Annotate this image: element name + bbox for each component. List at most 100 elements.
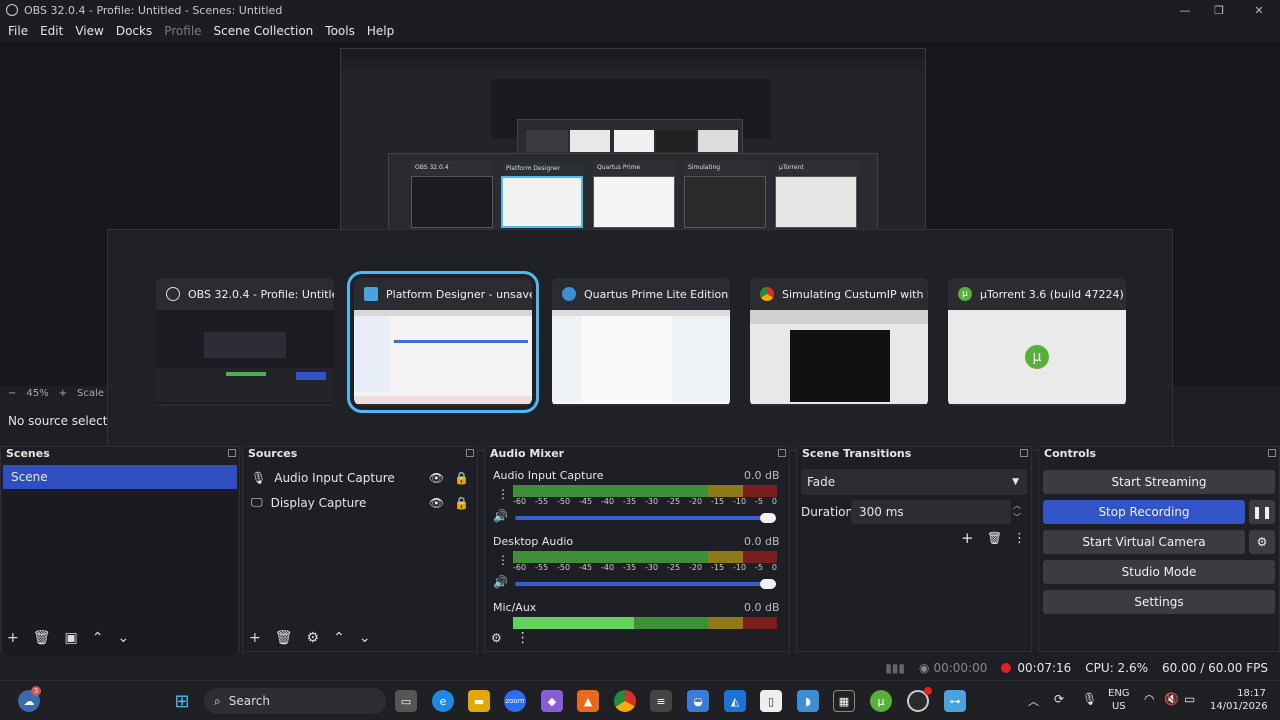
visibility-eye-icon[interactable]: 👁 xyxy=(429,496,444,510)
volume-slider-knob[interactable] xyxy=(760,579,776,589)
source-label: Audio Input Capture xyxy=(274,470,395,485)
matlab-icon[interactable]: ▲ xyxy=(577,690,599,712)
settings-button[interactable]: Settings xyxy=(1043,590,1275,614)
maximize-icon[interactable]: ❐ xyxy=(1200,0,1238,20)
photos-icon[interactable]: ◭ xyxy=(724,690,746,712)
utorrent-taskbar-icon[interactable]: µ xyxy=(870,690,892,712)
transition-menu-icon[interactable]: ⋮ xyxy=(1013,531,1026,546)
remove-scene-icon[interactable]: 🗑 xyxy=(33,630,51,646)
move-down-icon[interactable]: ⌄ xyxy=(359,630,371,646)
card-title: Simulating CustumIP with NI... xyxy=(782,287,928,301)
switcher-card-chrome[interactable]: Simulating CustumIP with NI... xyxy=(750,278,928,406)
document-icon[interactable]: ▯ xyxy=(760,690,782,712)
undock-icon[interactable] xyxy=(1268,449,1276,457)
duration-stepper[interactable]: ︿ ﹀ xyxy=(1013,500,1021,524)
menu-scene-collection[interactable]: Scene Collection xyxy=(208,24,320,38)
add-source-button[interactable]: + xyxy=(249,630,261,646)
volume-slider-knob[interactable] xyxy=(760,513,776,523)
platform-designer-taskbar-icon[interactable]: ⊶ xyxy=(944,690,966,712)
move-up-icon[interactable]: ⌃ xyxy=(92,630,104,646)
zoom-icon[interactable]: zoom xyxy=(504,690,526,712)
audio-mixer-dock: Audio Mixer Audio Input Capture 0.0 dB ⋮… xyxy=(484,446,790,652)
channel-menu-icon[interactable]: ⋮ xyxy=(497,487,509,501)
menu-file[interactable]: File xyxy=(2,24,34,38)
channel-menu-icon[interactable]: ⋮ xyxy=(497,553,509,567)
chrome-icon xyxy=(760,287,774,301)
volume-speaker-icon[interactable]: 🔊 xyxy=(493,575,508,589)
clock-date: 14/01/2026 xyxy=(1210,701,1268,712)
file-explorer-icon[interactable]: ▬ xyxy=(468,690,490,712)
add-transition-button[interactable]: + xyxy=(961,529,974,547)
terminal-icon[interactable]: ≡ xyxy=(650,690,672,712)
remove-transition-icon[interactable]: 🗑 xyxy=(987,531,1002,545)
undock-icon[interactable] xyxy=(466,449,474,457)
zoom-in-button[interactable]: + xyxy=(59,388,67,399)
undock-icon[interactable] xyxy=(228,449,236,457)
move-down-icon[interactable]: ⌄ xyxy=(117,630,129,646)
quartus-taskbar-icon[interactable]: ◗ xyxy=(797,690,819,712)
chrome-icon[interactable] xyxy=(614,690,636,712)
move-up-icon[interactable]: ⌃ xyxy=(333,630,345,646)
card-title: µTorrent 3.6 (build 47224) [3... xyxy=(980,287,1126,301)
start-virtual-camera-button[interactable]: Start Virtual Camera xyxy=(1043,530,1245,554)
visibility-eye-icon[interactable]: 👁 xyxy=(429,471,444,485)
switcher-card-quartus[interactable]: Quartus Prime Lite Edition -... xyxy=(552,278,730,406)
lock-icon[interactable]: 🔒 xyxy=(454,471,469,485)
mixer-menu-icon[interactable]: ⋮ xyxy=(516,630,530,646)
language-indicator[interactable]: ENG US xyxy=(1108,687,1130,713)
menu-profile[interactable]: Profile xyxy=(158,24,207,38)
source-item-audio-input[interactable]: 🎙 Audio Input Capture 👁 🔒 xyxy=(243,465,477,490)
scenes-title: Scenes xyxy=(6,447,50,460)
card-title: Quartus Prime Lite Edition -... xyxy=(584,287,730,301)
switcher-card-platform-designer[interactable]: Platform Designer - unsaved.... xyxy=(347,271,539,413)
remove-source-icon[interactable]: 🗑 xyxy=(275,630,293,646)
wifi-icon[interactable]: ◠ xyxy=(1144,692,1154,706)
scene-item[interactable]: Scene xyxy=(3,465,237,489)
switcher-card-utorrent[interactable]: µ µTorrent 3.6 (build 47224) [3... µ xyxy=(948,278,1126,406)
modelsim-icon[interactable]: ▦ xyxy=(833,690,855,712)
switcher-card-obs[interactable]: OBS 32.0.4 - Profile: Untitled... xyxy=(156,278,334,406)
microsoft-365-icon[interactable]: ◆ xyxy=(541,690,563,712)
undock-icon[interactable] xyxy=(1020,449,1028,457)
speaker-muted-icon[interactable]: 🔇 xyxy=(1164,692,1179,706)
task-view-icon[interactable]: ▭ xyxy=(395,690,417,712)
scenes-dock: Scenes Scene + 🗑 ▣ ⌃ ⌄ xyxy=(0,446,240,659)
virtual-camera-gear-icon[interactable]: ⚙ xyxy=(1249,530,1275,554)
edge-icon[interactable]: e xyxy=(432,690,454,712)
filters-icon[interactable]: ▣ xyxy=(65,630,78,646)
zoom-out-button[interactable]: − xyxy=(8,388,16,399)
menu-docks[interactable]: Docks xyxy=(110,24,158,38)
advanced-audio-gear-icon[interactable]: ⚙ xyxy=(491,631,502,645)
lock-icon[interactable]: 🔒 xyxy=(454,496,469,510)
pause-recording-icon[interactable]: ❚❚ xyxy=(1249,500,1275,524)
source-item-display-capture[interactable]: 🖵 Display Capture 👁 🔒 xyxy=(243,490,477,515)
mic-icon[interactable]: 🎙 xyxy=(1082,692,1097,706)
stop-recording-button[interactable]: Stop Recording xyxy=(1043,500,1245,524)
volume-speaker-icon[interactable]: 🔊 xyxy=(493,509,508,523)
volume-slider[interactable] xyxy=(515,582,771,586)
audio-meter xyxy=(513,485,777,497)
menu-help[interactable]: Help xyxy=(361,24,400,38)
clock[interactable]: 18:17 14/01/2026 xyxy=(1210,687,1268,713)
minimize-icon[interactable]: — xyxy=(1166,0,1204,20)
channel-db: 0.0 dB xyxy=(744,535,780,548)
window-title: OBS 32.0.4 - Profile: Untitled - Scenes:… xyxy=(24,3,283,17)
volume-slider[interactable] xyxy=(515,516,771,520)
transition-select[interactable]: Fade ▼ xyxy=(801,469,1027,495)
duration-input[interactable]: 300 ms xyxy=(851,500,1011,524)
chevron-up-icon[interactable]: ︿ xyxy=(1028,693,1039,709)
menu-view[interactable]: View xyxy=(69,24,109,38)
sync-icon[interactable]: ⟳ xyxy=(1054,692,1064,706)
menu-edit[interactable]: Edit xyxy=(34,24,69,38)
close-icon[interactable]: ✕ xyxy=(1240,0,1278,20)
start-streaming-button[interactable]: Start Streaming xyxy=(1043,470,1275,494)
add-scene-button[interactable]: + xyxy=(7,630,19,646)
undock-icon[interactable] xyxy=(778,449,786,457)
source-properties-gear-icon[interactable]: ⚙ xyxy=(307,630,320,646)
app-icon[interactable]: ◒ xyxy=(687,690,709,712)
windows-start-icon[interactable]: ⊞ xyxy=(171,690,193,712)
taskbar-search[interactable]: ⌕ Search xyxy=(204,688,386,714)
battery-icon[interactable]: ▭ xyxy=(1184,692,1195,706)
menu-tools[interactable]: Tools xyxy=(319,24,361,38)
studio-mode-button[interactable]: Studio Mode xyxy=(1043,560,1275,584)
